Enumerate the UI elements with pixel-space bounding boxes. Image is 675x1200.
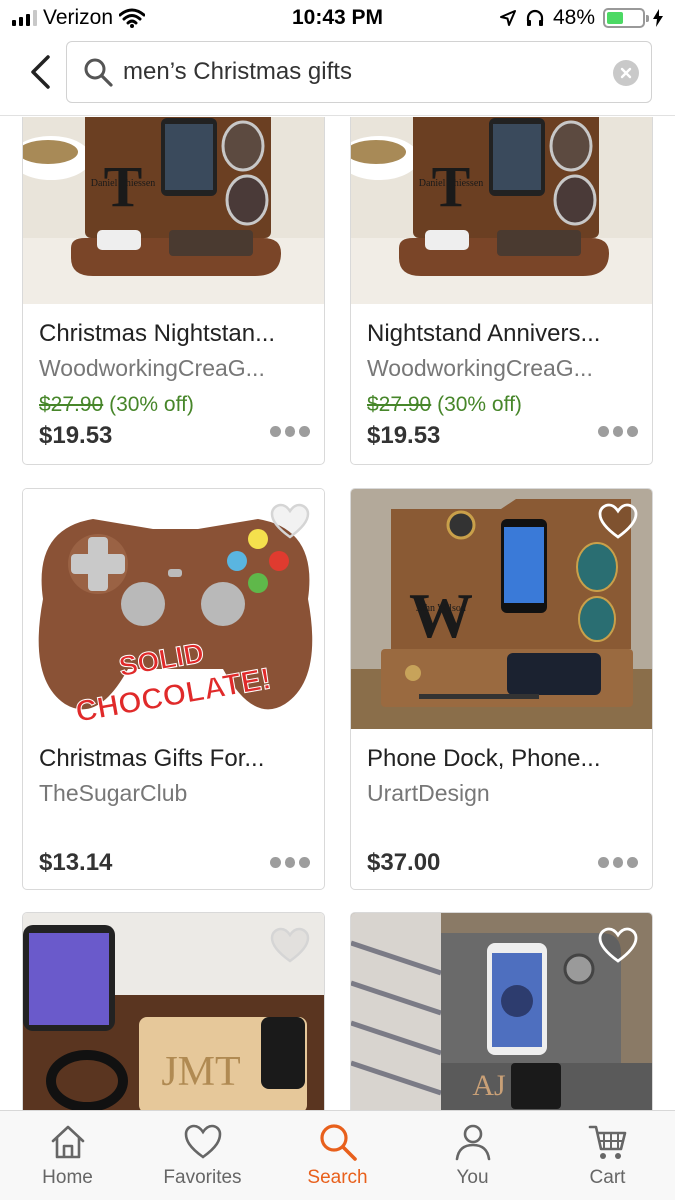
back-button[interactable] bbox=[20, 50, 60, 94]
more-options-button[interactable] bbox=[270, 857, 311, 869]
listing-title: Nightstand Annivers... bbox=[367, 320, 601, 347]
original-price: $27.90 bbox=[367, 393, 432, 416]
status-bar: Verizon 10:43 PM 48% bbox=[0, 0, 675, 38]
original-price: $27.90 bbox=[39, 393, 104, 416]
search-bar[interactable] bbox=[66, 41, 652, 103]
engraved-monogram: AJ bbox=[472, 1069, 506, 1102]
listing-image[interactable]: SOLID CHOCOLATE! bbox=[23, 489, 324, 729]
listing-info: Christmas Nightstan... WoodworkingCreaG.… bbox=[23, 304, 324, 452]
tab-label: Favorites bbox=[163, 1167, 242, 1188]
listing-card[interactable]: AJ bbox=[350, 912, 653, 1110]
tab-bar: Home Favorites Search You Cart bbox=[0, 1110, 675, 1200]
discount-label: (30% off) bbox=[437, 393, 522, 416]
listing-shop[interactable]: WoodworkingCreaG... bbox=[367, 352, 636, 384]
engraved-monogram: JMT bbox=[161, 1049, 240, 1095]
cart-icon bbox=[588, 1125, 626, 1159]
listing-title: Christmas Gifts For... bbox=[39, 745, 265, 772]
listing-price: $37.00 bbox=[367, 849, 441, 876]
more-dots-icon bbox=[598, 857, 609, 868]
search-input[interactable] bbox=[123, 58, 593, 86]
listing-card[interactable]: W John Wilson Phone Dock, Phone... Urart… bbox=[350, 488, 653, 890]
tab-search[interactable]: Search bbox=[270, 1111, 405, 1200]
favorite-heart-button[interactable] bbox=[598, 927, 638, 965]
tab-you[interactable]: You bbox=[405, 1111, 540, 1200]
listing-shop[interactable]: TheSugarClub bbox=[39, 777, 308, 809]
listing-shop[interactable]: WoodworkingCreaG... bbox=[39, 352, 308, 384]
tab-favorites[interactable]: Favorites bbox=[135, 1111, 270, 1200]
listing-info: Phone Dock, Phone... UrartDesign $37.00 bbox=[351, 729, 652, 876]
listing-info: Nightstand Annivers... WoodworkingCreaG.… bbox=[351, 304, 652, 452]
clear-search-button[interactable] bbox=[613, 60, 639, 86]
person-icon bbox=[455, 1124, 490, 1161]
engraved-name: Daniel Thiessen bbox=[91, 178, 156, 189]
tab-label: Home bbox=[42, 1167, 93, 1188]
tab-label: Search bbox=[307, 1167, 368, 1188]
listing-info: Christmas Gifts For... TheSugarClub $13.… bbox=[23, 729, 324, 876]
status-right: 48% bbox=[499, 6, 663, 30]
listing-title: Phone Dock, Phone... bbox=[367, 745, 601, 772]
listing-image[interactable]: AJ bbox=[351, 913, 652, 1110]
listing-image[interactable]: W John Wilson bbox=[351, 489, 652, 729]
listing-sale: $27.90 (30% off) bbox=[39, 390, 308, 420]
favorite-heart-button[interactable] bbox=[598, 503, 638, 541]
tab-label: You bbox=[456, 1167, 489, 1188]
battery-percent: 48% bbox=[552, 6, 595, 29]
listing-sale: $27.90 (30% off) bbox=[367, 390, 636, 420]
listing-image[interactable]: JMT bbox=[23, 913, 324, 1110]
engraved-name: John Wilson bbox=[416, 603, 466, 614]
listing-card[interactable]: T Daniel Thiessen Nightstand Annivers...… bbox=[350, 117, 653, 465]
listing-title: Christmas Nightstan... bbox=[39, 320, 276, 347]
charging-icon bbox=[653, 9, 663, 27]
back-chevron-icon bbox=[31, 55, 50, 89]
more-options-button[interactable] bbox=[598, 426, 639, 438]
engraved-name: Daniel Thiessen bbox=[419, 178, 484, 189]
listing-image[interactable]: T Daniel Thiessen bbox=[351, 117, 652, 304]
heart-icon bbox=[184, 1124, 221, 1159]
search-header bbox=[0, 38, 675, 116]
engraved-letter: W bbox=[409, 580, 473, 651]
discount-label: (30% off) bbox=[109, 393, 194, 416]
search-icon bbox=[84, 58, 113, 87]
favorite-heart-button[interactable] bbox=[270, 927, 310, 965]
more-dots-icon bbox=[270, 857, 281, 868]
listing-card[interactable]: T Daniel Thiessen Christmas Nightstan...… bbox=[22, 117, 325, 465]
listing-grid: T Daniel Thiessen Christmas Nightstan...… bbox=[0, 117, 675, 1110]
listing-shop[interactable]: UrartDesign bbox=[367, 777, 636, 809]
tab-cart[interactable]: Cart bbox=[540, 1111, 675, 1200]
listing-card[interactable]: JMT bbox=[22, 912, 325, 1110]
home-icon bbox=[51, 1125, 84, 1159]
listing-card[interactable]: SOLID CHOCOLATE! Christmas Gifts For... … bbox=[22, 488, 325, 890]
listing-price: $19.53 bbox=[367, 422, 441, 449]
listing-image[interactable]: T Daniel Thiessen bbox=[23, 117, 324, 304]
battery-icon bbox=[603, 8, 649, 28]
clear-icon bbox=[620, 67, 632, 79]
headphones-icon bbox=[526, 9, 544, 26]
more-options-button[interactable] bbox=[598, 857, 639, 869]
more-dots-icon bbox=[598, 426, 609, 437]
search-icon bbox=[319, 1124, 357, 1161]
more-options-button[interactable] bbox=[270, 426, 311, 438]
listing-price: $13.14 bbox=[39, 849, 113, 876]
tab-home[interactable]: Home bbox=[0, 1111, 135, 1200]
favorite-heart-button[interactable] bbox=[270, 503, 310, 541]
more-dots-icon bbox=[270, 426, 281, 437]
location-icon bbox=[499, 10, 516, 26]
tab-label: Cart bbox=[589, 1167, 626, 1188]
listing-price: $19.53 bbox=[39, 422, 113, 449]
